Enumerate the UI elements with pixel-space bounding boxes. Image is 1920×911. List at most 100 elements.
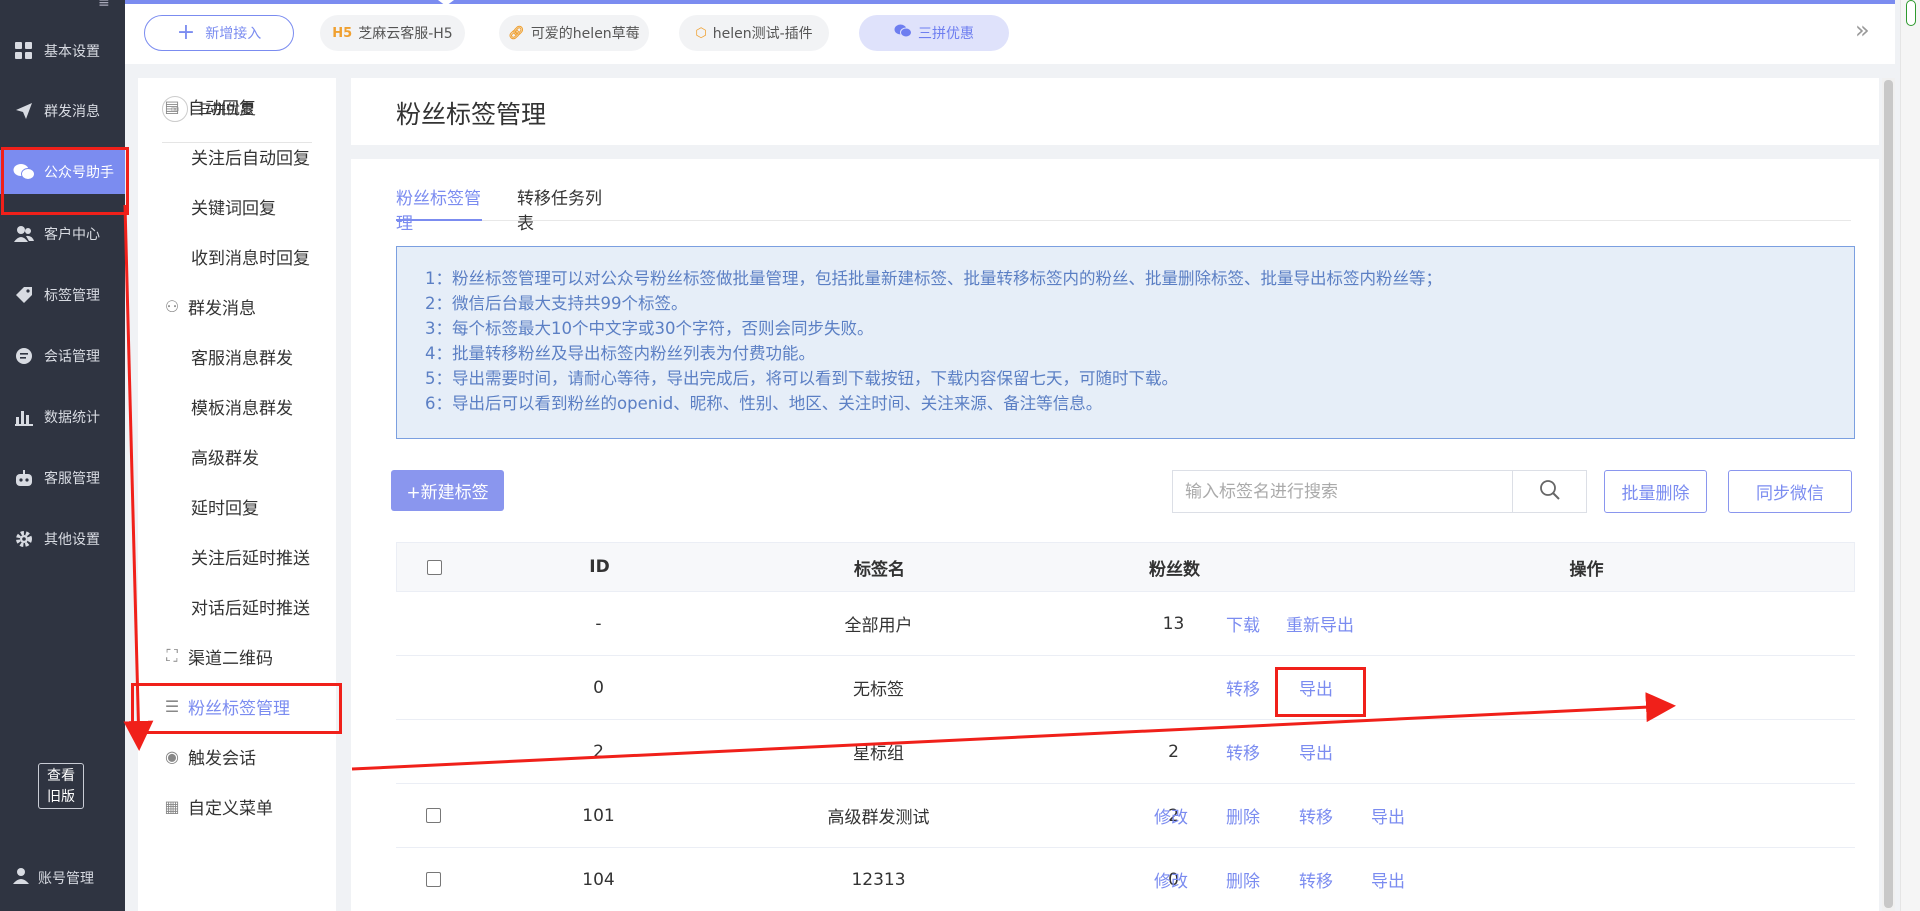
table-row: 2 星标组 2 转移 导出 <box>396 720 1855 784</box>
action-download-link[interactable]: 下载 <box>1226 592 1260 655</box>
account-chip-sanpin[interactable]: 三拼优惠 <box>859 15 1009 51</box>
subnav-item-label: 客服消息群发 <box>191 348 293 369</box>
tag-search <box>1172 470 1587 513</box>
cell-fans: 13 <box>1162 613 1185 634</box>
action-reexport-link[interactable]: 重新导出 <box>1286 592 1354 655</box>
subnav-item-7[interactable]: 高级群发 <box>138 436 336 476</box>
old-version-line1: 查看 <box>47 768 75 784</box>
subnav-item-3[interactable]: 收到消息时回复 <box>138 236 336 276</box>
row-checkbox[interactable] <box>426 808 441 823</box>
subnav-item-13[interactable]: ◉ 触发会话 <box>138 736 336 776</box>
subnav-item-label: 自动回复 <box>188 98 256 119</box>
chip-label: helen测试-插件 <box>712 26 813 42</box>
account-management[interactable]: 账号管理 <box>0 858 125 898</box>
action-delete-link[interactable]: 删除 <box>1226 848 1260 911</box>
content-scrollbar-thumb[interactable] <box>1884 80 1893 908</box>
action-transfer-link[interactable]: 转移 <box>1226 720 1260 783</box>
subnav-item-1[interactable]: 关注后自动回复 <box>138 136 336 176</box>
nav-item-service[interactable]: 客服管理 <box>0 456 125 500</box>
nav-item-sessions[interactable]: 会话管理 <box>0 334 125 378</box>
wechat-icon <box>894 24 912 42</box>
action-modify-link[interactable]: 修改 <box>1154 784 1188 847</box>
robot-icon <box>12 468 36 488</box>
action-delete-link[interactable]: 删除 <box>1226 784 1260 847</box>
cube-icon: ⬡ <box>695 25 707 41</box>
subnav-item-11[interactable]: ⛶ 渠道二维码 <box>138 636 336 676</box>
notice-line: 5：导出需要时间，请耐心等待，导出完成后，将可以看到下载按钮，下载内容保留七天，… <box>425 369 1178 388</box>
sync-wechat-button[interactable]: 同步微信 <box>1728 470 1852 513</box>
subnav-item-4[interactable]: ⚇ 群发消息 <box>138 286 336 326</box>
subnav-item-label: 群发消息 <box>188 298 256 319</box>
subnav-item-14[interactable]: ▦ 自定义菜单 <box>138 786 336 826</box>
action-export-link[interactable]: 导出 <box>1275 656 1366 719</box>
action-export-link[interactable]: 导出 <box>1371 784 1405 847</box>
nav-item-official-account[interactable]: 公众号助手 <box>0 147 129 215</box>
nav-item-statistics[interactable]: 数据统计 <box>0 395 125 439</box>
notice-box: 1：粉丝标签管理可以对公众号粉丝标签做批量管理，包括批量新建标签、批量转移标签内… <box>396 246 1855 439</box>
action-transfer-link[interactable]: 转移 <box>1299 784 1333 847</box>
row-checkbox[interactable] <box>426 872 441 887</box>
subnav-item-label: 关键词回复 <box>191 198 276 219</box>
search-icon <box>1539 479 1561 505</box>
table-header: ID 标签名 粉丝数 操作 <box>396 542 1855 592</box>
window-scrollbar-thumb[interactable] <box>1906 0 1916 26</box>
batch-delete-button[interactable]: 批量删除 <box>1604 470 1707 513</box>
view-old-version-button[interactable]: 查看 旧版 <box>38 763 84 809</box>
old-version-line2: 旧版 <box>47 789 75 805</box>
col-actions: 操作 <box>1569 559 1604 580</box>
new-tag-button[interactable]: +新建标签 <box>391 470 504 511</box>
nav-label: 会话管理 <box>44 349 100 365</box>
signal-icon: ◉ <box>165 746 179 766</box>
action-transfer-link[interactable]: 转移 <box>1226 656 1260 719</box>
row-select-cell <box>396 592 471 655</box>
action-export-link[interactable]: 导出 <box>1299 720 1333 783</box>
subnav-item-10[interactable]: 对话后延时推送 <box>138 586 336 626</box>
account-chip-helen-strawberry[interactable]: 🔗︎ 可爱的helen草莓 <box>499 15 649 51</box>
subnav-item-8[interactable]: 延时回复 <box>138 486 336 526</box>
subnav-item-label: 延时回复 <box>191 498 259 519</box>
row-select-cell <box>396 720 471 783</box>
nav-item-customers[interactable]: 客户中心 <box>0 212 125 256</box>
nav-label: 其他设置 <box>44 532 100 548</box>
window-scrollbar[interactable] <box>1900 0 1920 911</box>
tab-fan-tags[interactable]: 粉丝标签管理 <box>396 184 482 234</box>
action-transfer-link[interactable]: 转移 <box>1299 848 1333 911</box>
page-tabs: 粉丝标签管理 转移任务列表 <box>396 184 1851 234</box>
table-row: 104 12313 0 修改 删除 转移 导出 <box>396 848 1855 911</box>
account-chip-helen-plugin[interactable]: ⬡ helen测试-插件 <box>679 15 829 51</box>
action-export-link[interactable]: 导出 <box>1371 848 1405 911</box>
subnav-item-5[interactable]: 客服消息群发 <box>138 336 336 376</box>
cell-id: 101 <box>582 805 615 826</box>
action-modify-link[interactable]: 修改 <box>1154 848 1188 911</box>
subnav-item-0[interactable]: ▤ 自动回复 <box>138 86 336 126</box>
select-all-checkbox[interactable] <box>427 559 442 575</box>
search-button[interactable] <box>1512 471 1586 512</box>
add-access-button[interactable]: + 新增接入 <box>144 15 294 51</box>
subnav-item-label: 触发会话 <box>188 748 256 769</box>
nav-item-other-settings[interactable]: 其他设置 <box>0 517 125 561</box>
account-subnav: ∞ 三拼优惠 ▤ 自动回复 关注后自动回复 关键词回复 收到消息时回复 ⚇ 群发消息 客服消息… <box>131 78 342 911</box>
nav-item-tags[interactable]: 标签管理 <box>0 273 125 317</box>
chip-label: 芝麻云客服-H5 <box>358 26 453 42</box>
nav-label: 标签管理 <box>44 288 100 304</box>
expand-tabs-icon[interactable]: » <box>1855 16 1870 44</box>
table-row: 101 高级群发测试 2 修改 删除 转移 导出 <box>396 784 1855 848</box>
nav-item-basic-settings[interactable]: 基本设置 <box>0 29 125 73</box>
main-nav: ≡ 基本设置 群发消息 公众号助手 客户中心 标签管理 会话管理 数据统计 客服… <box>0 0 129 911</box>
content-scrollbar[interactable] <box>1882 78 1895 911</box>
subnav-item-label: 关注后自动回复 <box>191 148 310 169</box>
account-chip-h5[interactable]: H5 芝麻云客服-H5 <box>320 15 465 51</box>
nav-label: 客服管理 <box>44 471 100 487</box>
subnav-item-label: 高级群发 <box>191 448 259 469</box>
row-select-cell <box>396 784 471 847</box>
tag-search-input[interactable] <box>1173 471 1512 512</box>
collapse-menu-icon[interactable]: ≡ <box>98 0 118 10</box>
subnav-item-2[interactable]: 关键词回复 <box>138 186 336 226</box>
subnav-item-9[interactable]: 关注后延时推送 <box>138 536 336 576</box>
chat-icon <box>12 346 36 366</box>
tab-transfer-tasks[interactable]: 转移任务列表 <box>517 184 605 234</box>
subnav-item-6[interactable]: 模板消息群发 <box>138 386 336 426</box>
subnav-item-12[interactable]: ☰ 粉丝标签管理 <box>131 683 342 734</box>
nav-label: 群发消息 <box>44 104 100 120</box>
nav-item-broadcast[interactable]: 群发消息 <box>0 89 125 133</box>
